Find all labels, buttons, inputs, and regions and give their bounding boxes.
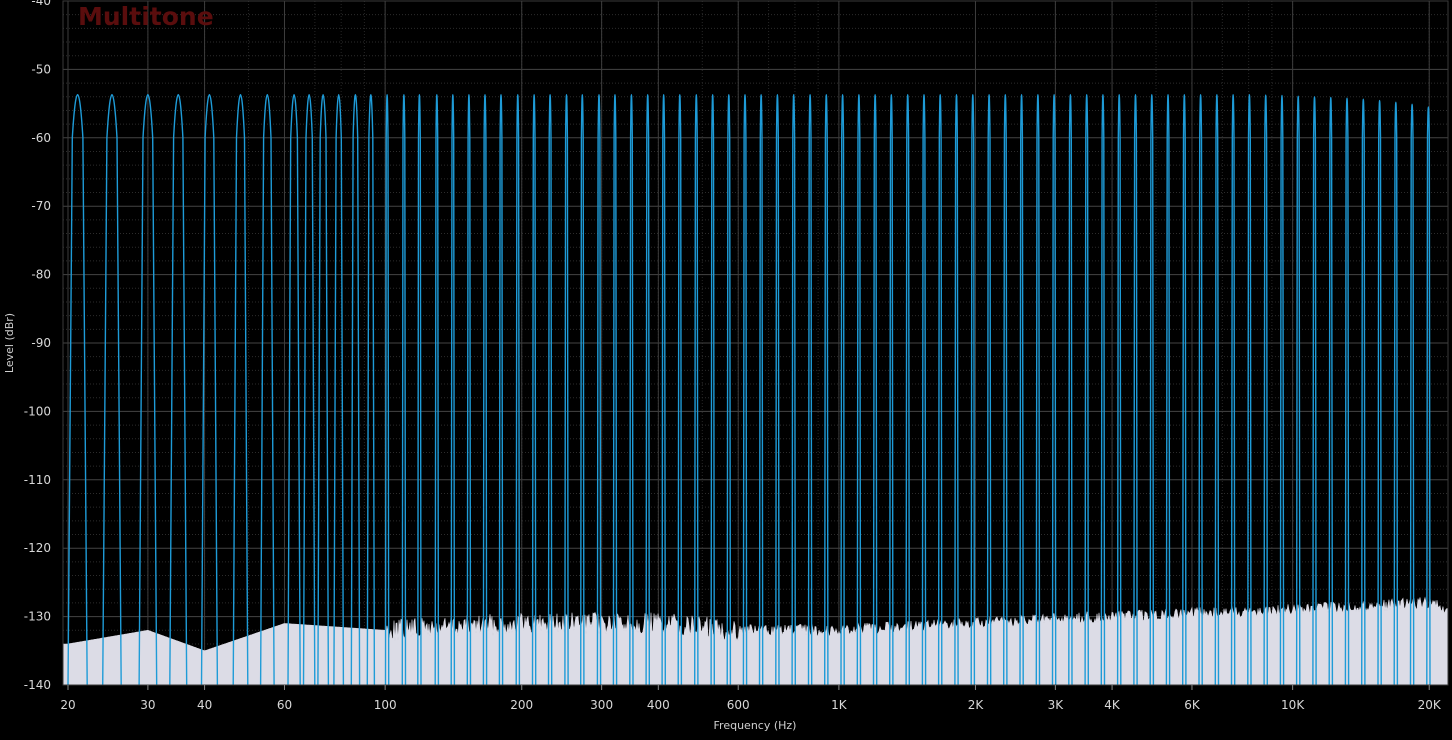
y-tick-label: -110 — [24, 473, 51, 487]
x-tick-label: 3K — [1048, 698, 1065, 712]
spectrum-chart: -40 -50 -60 -70 -80 -90 -100 -110 -120 -130 -140 2… — [0, 0, 1452, 740]
x-tick-label: 4K — [1104, 698, 1121, 712]
x-tick-label: 20K — [1418, 698, 1442, 712]
x-tick-label: 40 — [197, 698, 212, 712]
y-tick-label: -80 — [31, 268, 51, 282]
x-tick-label: 6K — [1184, 698, 1201, 712]
x-tick-label: 2K — [968, 698, 985, 712]
y-tick-label: -130 — [24, 610, 51, 624]
x-tick-label: 1K — [831, 698, 848, 712]
chart-title: Multitone — [78, 2, 214, 31]
x-tick-label: 600 — [727, 698, 750, 712]
y-tick-label: -60 — [31, 131, 51, 145]
x-tick-label: 200 — [510, 698, 533, 712]
y-tick-label: -140 — [24, 678, 51, 692]
x-tick-label: 20 — [60, 698, 75, 712]
x-axis-label: Frequency (Hz) — [714, 719, 797, 732]
y-axis-label: Level (dBr) — [3, 313, 16, 373]
y-tick-label: -40 — [31, 0, 51, 8]
x-tick-label: 60 — [277, 698, 292, 712]
y-tick-label: -70 — [31, 199, 51, 213]
y-tick-label: -50 — [31, 62, 51, 76]
x-tick-label: 100 — [374, 698, 397, 712]
x-tick-label: 400 — [647, 698, 670, 712]
x-tick-label: 10K — [1281, 698, 1305, 712]
x-tick-label: 300 — [590, 698, 613, 712]
y-tick-label: -90 — [31, 336, 51, 350]
y-tick-label: -120 — [24, 541, 51, 555]
x-tick-label: 30 — [140, 698, 155, 712]
y-tick-label: -100 — [24, 404, 51, 418]
